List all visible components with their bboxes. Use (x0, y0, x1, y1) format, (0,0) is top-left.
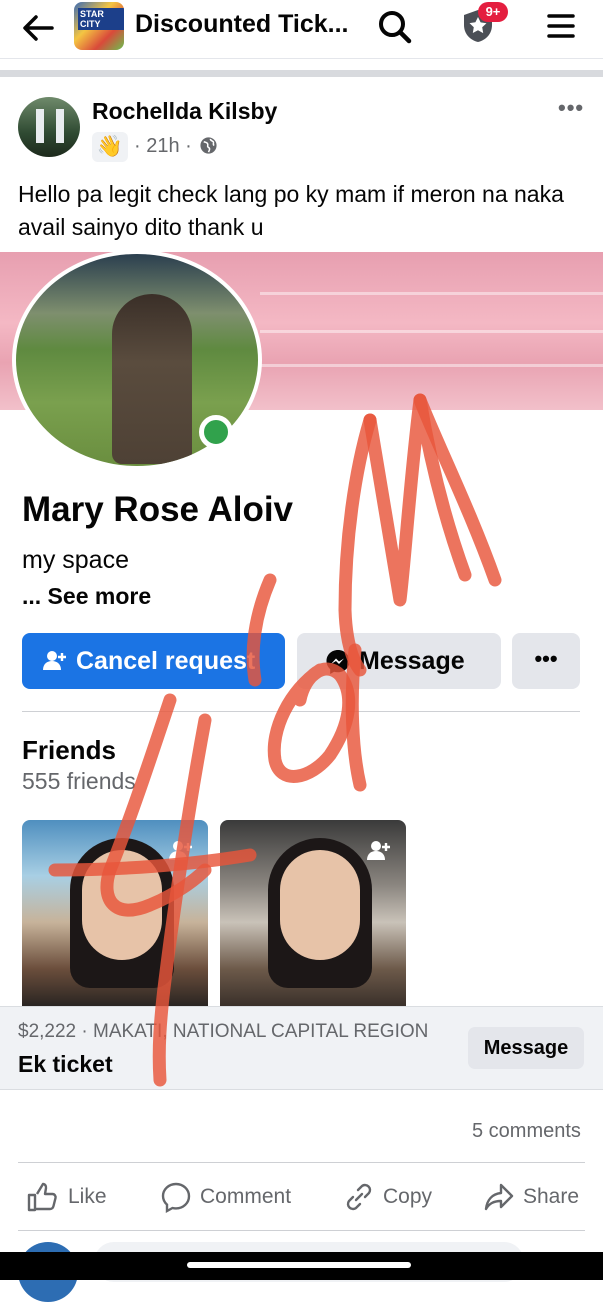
arrow-left-icon[interactable] (18, 8, 58, 53)
friend-card (220, 820, 406, 1006)
profile-divider (22, 711, 580, 712)
notification-badge: 9+ (478, 2, 508, 22)
waving-hand-icon: 👋 (92, 132, 128, 162)
post-timestamp[interactable]: · 21h · (134, 135, 218, 158)
cancel-request-label: Cancel request (76, 647, 256, 675)
thumbs-up-icon (27, 1182, 57, 1212)
home-indicator[interactable] (187, 1262, 411, 1268)
topbar-divider (0, 58, 603, 59)
add-friend-icon (43, 651, 66, 670)
author-avatar[interactable] (18, 97, 80, 157)
copy-label: Copy (383, 1185, 433, 1208)
comment-label: Comment (200, 1185, 292, 1208)
comments-count[interactable]: 5 comments (472, 1120, 581, 1143)
hamburger-menu-icon[interactable] (546, 12, 576, 40)
author-name[interactable]: Rochellda Kilsby (92, 98, 277, 125)
actions-divider-bottom (18, 1230, 585, 1231)
cancel-request-button: Cancel request (22, 633, 285, 689)
listing-message-button[interactable]: Message (468, 1027, 584, 1069)
friends-count: 555 friends (22, 768, 136, 794)
comment-button[interactable]: Comment (160, 1178, 300, 1218)
share-icon (484, 1183, 514, 1211)
share-label: Share (523, 1185, 580, 1208)
like-label: Like (68, 1185, 107, 1208)
post-body-text: Hello pa legit check lang po ky mam if m… (18, 181, 564, 240)
like-button[interactable]: Like (26, 1178, 116, 1218)
post-more-button[interactable]: ••• (558, 95, 584, 121)
online-status-dot (199, 415, 233, 449)
listing-price-location: $2,222 · MAKATI, NATIONAL CAPITAL REGION (18, 1021, 429, 1042)
comment-icon (161, 1182, 191, 1213)
see-more-link: ... See more (22, 583, 152, 609)
messenger-icon (326, 650, 350, 674)
profile-message-button: Message (297, 633, 501, 689)
group-thumbnail-label: STAR CITY (78, 8, 124, 30)
group-title[interactable]: Discounted Tick... (135, 10, 348, 39)
add-friend-icon (367, 841, 390, 860)
search-icon[interactable] (376, 8, 414, 46)
friends-heading: Friends (22, 735, 116, 765)
link-icon (346, 1183, 372, 1211)
profile-bio: my space (22, 546, 129, 574)
listing-title[interactable]: Ek ticket (18, 1051, 113, 1078)
actions-divider-top (18, 1162, 585, 1163)
section-divider (0, 70, 603, 77)
friend-card (22, 820, 208, 1006)
profile-name: Mary Rose Aloiv (22, 490, 294, 529)
add-friend-icon (169, 841, 192, 860)
profile-more-button: ••• (512, 633, 580, 689)
share-button[interactable]: Share (483, 1178, 583, 1218)
post-time: · 21h · (134, 135, 192, 157)
globe-icon (200, 137, 217, 154)
copy-button[interactable]: Copy (343, 1178, 443, 1218)
group-thumbnail[interactable]: STAR CITY (74, 2, 124, 50)
profile-message-label: Message (359, 647, 465, 675)
